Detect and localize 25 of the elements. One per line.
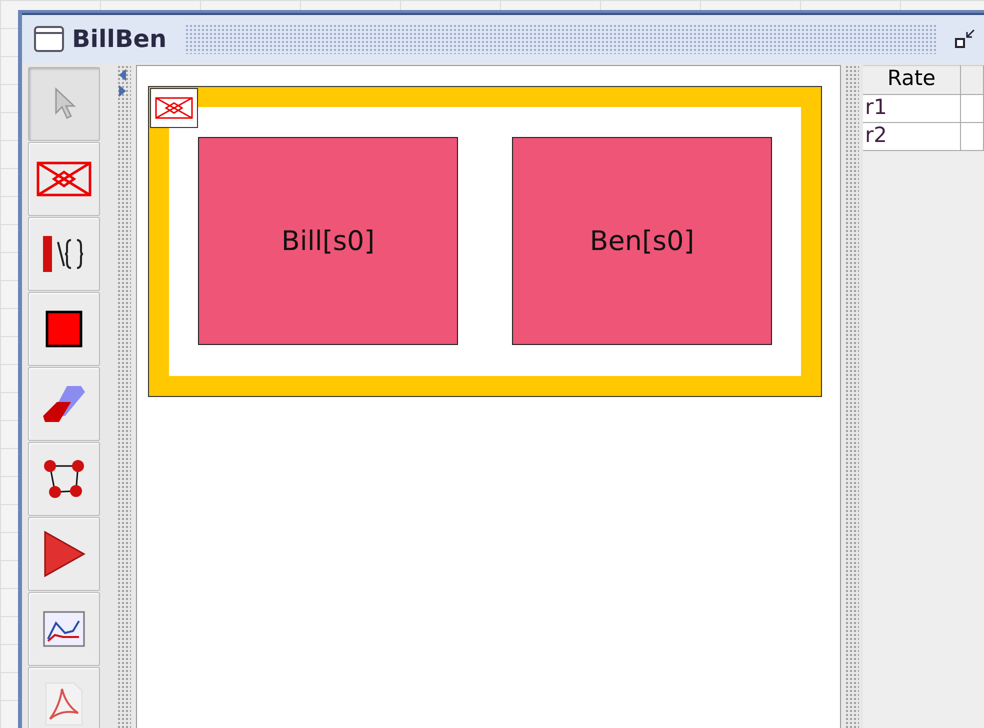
window-icon [34,26,64,52]
species-tool-button[interactable] [28,292,100,366]
column-header[interactable]: Rate [863,65,961,95]
pdf-tool-button[interactable] [28,667,100,728]
rule-tool-button[interactable] [28,217,100,291]
species-node[interactable]: Ben[s0] [512,137,772,345]
chart-icon [43,611,85,647]
compartment-tool-button[interactable] [28,142,100,216]
window-title: BillBen [72,25,167,53]
plot-tool-button[interactable] [28,592,100,666]
square-icon [45,310,83,348]
run-tool-button[interactable] [28,517,100,591]
graph-tool-button[interactable] [28,442,100,516]
table-cell [961,95,984,123]
network-icon [41,458,87,500]
table-cell: r2 [863,123,961,151]
bowtie-icon [150,88,198,128]
restore-icon[interactable] [954,28,976,50]
species-node[interactable]: Bill[s0] [198,137,458,345]
table-cell: r1 [863,95,961,123]
bowtie-icon [36,160,92,198]
table-cell [961,123,984,151]
compartment[interactable]: Bill[s0] Ben[s0] [148,86,822,397]
eraser-tool-button[interactable] [28,367,100,441]
document-icon [44,681,84,727]
